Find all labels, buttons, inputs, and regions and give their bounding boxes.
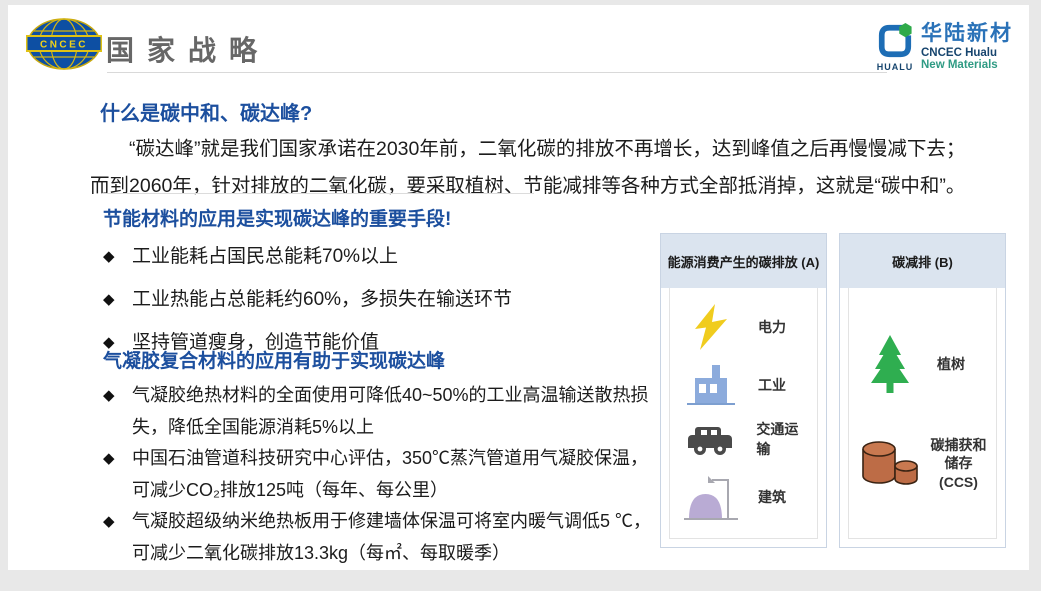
diamond-bullet-icon: ◆ [103,506,115,538]
hualu-name-en2: New Materials [921,59,1013,71]
diamond-bullet-icon: ◆ [103,443,115,475]
panel-carbon-emission-header: 能源消费产生的碳排放 (A) [661,234,826,288]
page-background: CNCEC 国家战略 HUALU 华陆新材 CNCEC Hualu New Ma… [0,0,1041,591]
hualu-name-en1: CNCEC Hualu [921,47,1013,59]
panel-item-label: 电力 [758,317,786,337]
diamond-bullet-icon: ◆ [103,380,115,412]
panel-carbon-emission-body: 电力 工业 [669,288,818,539]
panel-carbon-emission: 能源消费产生的碳排放 (A) 电力 [660,233,827,548]
ccs-label-line1: 碳捕获和储存 [927,436,990,472]
tree-icon [855,335,925,393]
diamond-bullet-icon: ◆ [103,287,115,313]
panel-item-label: 工业 [758,375,786,395]
header-divider [107,72,887,73]
intro-heading: 什么是碳中和、碳达峰? [100,97,312,126]
hualu-mark-label: HUALU [875,62,915,72]
bullet-text-line: 失，降低全国能源消耗5%以上 [132,412,663,444]
hualu-mark-icon [876,23,914,59]
panel-item-label: 碳捕获和储存 (CCS) [927,436,990,491]
section-aerogel: 气凝胶复合材料的应用有助于实现碳达峰 ◆ 气凝胶绝热材料的全面使用可降低40~5… [103,349,663,569]
list-item: 碳捕获和储存 (CCS) [855,436,990,491]
panel-carbon-reduction-header: 碳减排 (B) [840,234,1005,288]
bullet-text-line: 可减少CO₂排放125吨（每年、每公里） [132,475,663,507]
list-item: 建筑 [676,472,811,522]
section-aerogel-bullets: ◆ 气凝胶绝热材料的全面使用可降低40~50%的工业高温输送散热损 失，降低全国… [103,380,663,569]
list-item: ◆ 工业能耗占国民总能耗70%以上 [103,244,663,270]
bullet-text-line: 可减少二氧化碳排放13.3kg（每㎡、每取暖季） [132,538,663,570]
hualu-mark: HUALU [875,23,915,72]
panel-carbon-reduction: 碳减排 (B) 植树 [839,233,1006,548]
lightning-icon [676,304,746,350]
section-divider [102,193,534,194]
list-item: 植树 [855,335,990,393]
intro-paragraph-line2: 而到2060年，针对排放的二氧化碳，要采取植树、节能减排等各种方式全部抵消掉，这… [90,168,1015,205]
list-item: ◆ 工业热能占总能耗约60%，多损失在输送环节 [103,287,663,313]
section-energy-saving-heading: 节能材料的应用是实现碳达峰的重要手段! [103,207,663,232]
list-item: 电力 [676,304,811,350]
panel-item-label: 交通运输 [756,419,811,459]
panel-carbon-reduction-body: 植树 碳捕获和储存 (CCS) [848,288,997,539]
section-energy-saving-bullets: ◆ 工业能耗占国民总能耗70%以上 ◆ 工业热能占总能耗约60%，多损失在输送环… [103,244,663,356]
cncec-logo-icon: CNCEC [26,17,102,71]
slide: CNCEC 国家战略 HUALU 华陆新材 CNCEC Hualu New Ma… [8,5,1029,570]
car-icon [676,423,744,455]
bullet-text: 工业能耗占国民总能耗70%以上 [132,246,398,267]
ccs-label-line2: (CCS) [927,473,990,491]
list-item: ◆ 气凝胶绝热材料的全面使用可降低40~50%的工业高温输送散热损 失，降低全国… [103,380,663,443]
bullet-text-line: 气凝胶超级纳米绝热板用于修建墙体保温可将室内暖气调低5 ℃， [132,506,663,538]
dome-building-icon [676,472,746,522]
hualu-logo-text: 华陆新材 CNCEC Hualu New Materials [921,23,1013,71]
section-aerogel-heading: 气凝胶复合材料的应用有助于实现碳达峰 [103,349,663,374]
hualu-name-cn: 华陆新材 [921,23,1013,45]
bullet-text-line: 中国石油管道科技研究中心评估，350℃蒸汽管道用气凝胶保温， [132,443,663,475]
cncec-logo-text: CNCEC [40,40,88,51]
panel-item-label: 植树 [937,354,965,374]
list-item: ◆ 中国石油管道科技研究中心评估，350℃蒸汽管道用气凝胶保温， 可减少CO₂排… [103,443,663,506]
panel-item-label: 建筑 [758,487,786,507]
storage-cylinders-icon [855,440,925,488]
list-item: ◆ 气凝胶超级纳米绝热板用于修建墙体保温可将室内暖气调低5 ℃， 可减少二氧化碳… [103,506,663,569]
bullet-text: 工业热能占总能耗约60%，多损失在输送环节 [132,289,512,310]
intro-paragraph-line1: “碳达峰”就是我们国家承诺在2030年前，二氧化碳的排放不再增长，达到峰值之后再… [90,131,1015,168]
hualu-logo: HUALU 华陆新材 CNCEC Hualu New Materials [875,23,1013,72]
page-title: 国家战略 [106,29,270,69]
factory-icon [676,363,746,407]
list-item: 交通运输 [676,419,811,459]
diamond-bullet-icon: ◆ [103,244,115,270]
bullet-text-line: 气凝胶绝热材料的全面使用可降低40~50%的工业高温输送散热损 [132,380,663,412]
list-item: 工业 [676,363,811,407]
